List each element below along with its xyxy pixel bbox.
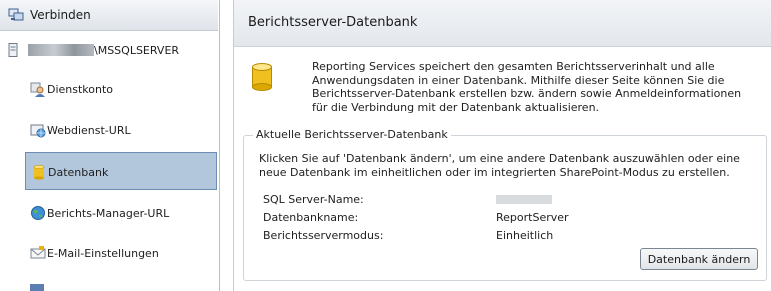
report-server-mode-label: Berichtsservermodus: (263, 229, 384, 242)
intro-text: Reporting Services speichert den gesamte… (312, 60, 742, 114)
database-icon (252, 63, 272, 91)
content-pane: Berichtsserver-Datenbank Reporting Servi… (233, 0, 771, 291)
nav-item-label: Datenbank (48, 166, 109, 179)
nav-item-label: Webdienst-URL (47, 124, 131, 137)
nav-item-label: Berichts-Manager-URL (47, 207, 170, 220)
nav-item-label: Dienstkonto (47, 83, 114, 96)
nav-item-datenbank[interactable]: Datenbank (25, 152, 217, 190)
nav-item-e-mail-einstellungen[interactable]: E-Mail-Einstellungen (25, 234, 217, 272)
group-legend: Aktuelle Berichtsserver-Datenbank (253, 128, 451, 141)
change-database-button[interactable]: Datenbank ändern (640, 248, 758, 270)
nav-item-label: E-Mail-Einstellungen (47, 247, 159, 260)
service-account-icon (30, 82, 45, 97)
server-instance[interactable]: \MSSQLSERVER (8, 42, 213, 60)
current-database-group: Aktuelle Berichtsserver-Datenbank Klicke… (243, 128, 767, 281)
page-header: Berichtsserver-Datenbank (234, 0, 771, 47)
redacted-sql-server-name (496, 195, 552, 204)
next-item-icon (30, 284, 44, 291)
sql-server-name-label: SQL Server-Name: (263, 193, 364, 206)
globe-icon (31, 206, 45, 220)
navigation-pane: Verbinden \MSSQLSERVER Dienstkonto Webdi… (0, 0, 220, 291)
connect-label: Verbinden (30, 8, 91, 22)
report-server-mode-value: Einheitlich (496, 229, 554, 242)
nav-item-webdienst-url[interactable]: Webdienst-URL (25, 111, 217, 149)
group-description: Klicken Sie auf 'Datenbank ändern', um e… (259, 152, 740, 179)
database-icon (33, 165, 45, 180)
nav-item-dienstkonto[interactable]: Dienstkonto (25, 70, 217, 108)
email-icon (30, 246, 46, 259)
server-icon (8, 43, 18, 57)
server-instance-label: \MSSQLSERVER (94, 44, 180, 57)
page-title: Berichtsserver-Datenbank (248, 15, 418, 30)
database-name-label: Datenbankname: (263, 211, 359, 224)
redacted-server-name (28, 44, 94, 56)
connect-icon (8, 8, 24, 21)
database-name-value: ReportServer (496, 211, 569, 224)
connect-header[interactable]: Verbinden (0, 0, 218, 31)
web-url-icon (30, 124, 46, 138)
nav-item-berichts-manager-url[interactable]: Berichts-Manager-URL (25, 194, 217, 232)
